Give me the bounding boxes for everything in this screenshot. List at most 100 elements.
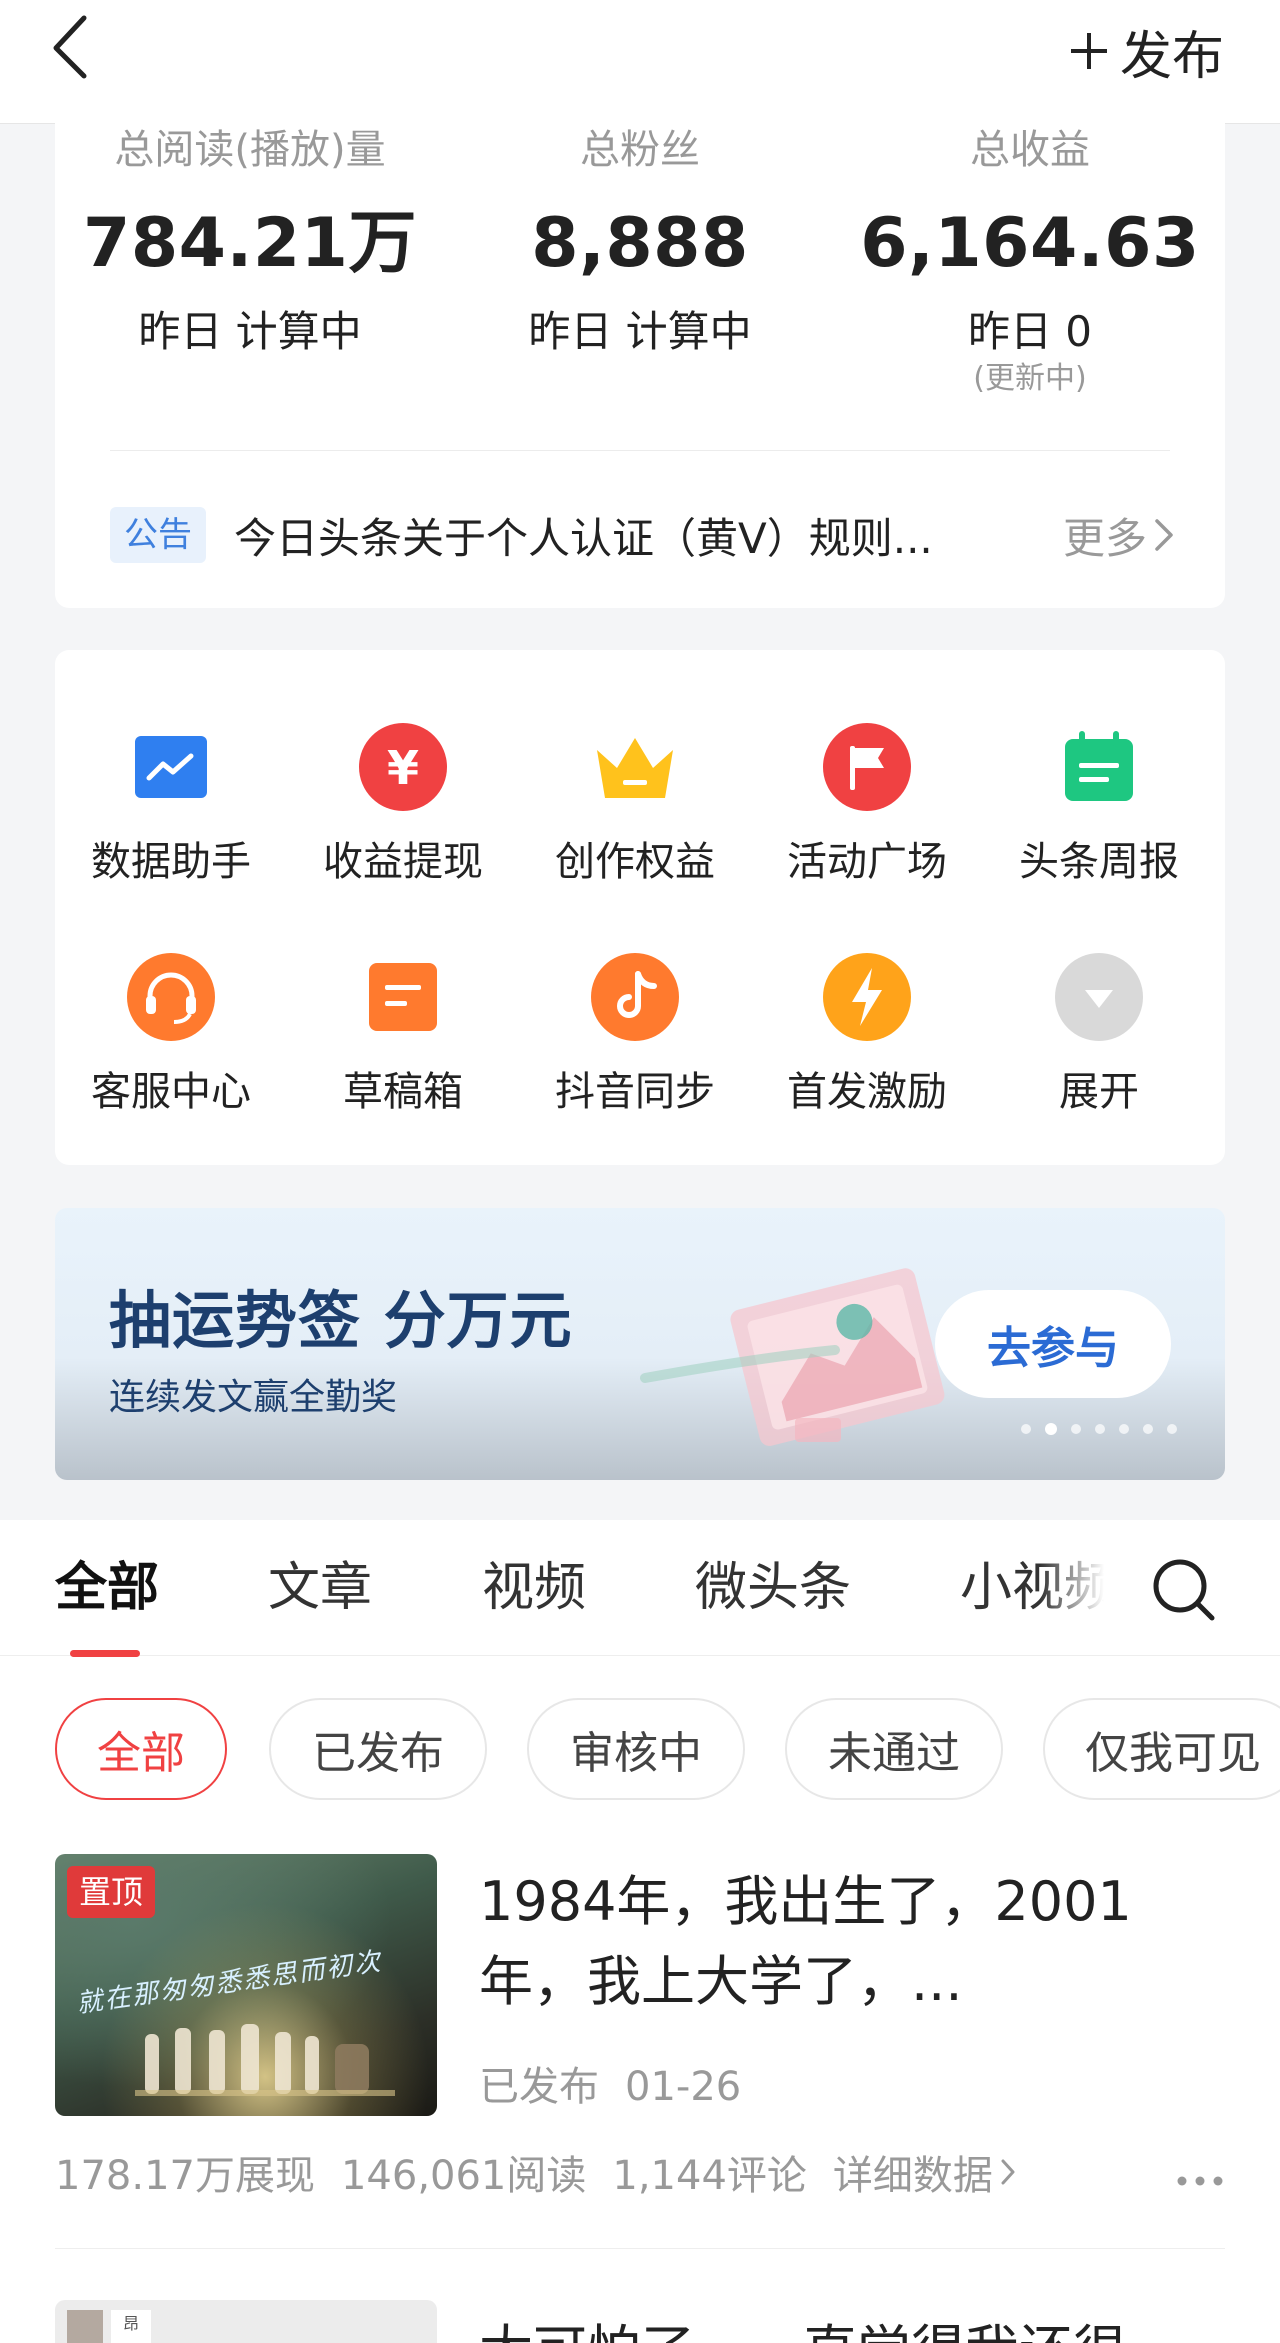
filter-all[interactable]: 全部 (55, 1698, 227, 1800)
detail-data-label: 详细数据 (832, 2153, 993, 2199)
tool-earnings-withdraw[interactable]: ¥ 收益提现 (287, 722, 519, 888)
tab-articles[interactable]: 文章 (268, 1556, 372, 1620)
search-button[interactable] (1150, 1556, 1218, 1624)
filter-rejected[interactable]: 未通过 (785, 1698, 1003, 1800)
search-icon (1153, 1559, 1215, 1621)
article-comments: 1,144评论 (612, 2153, 807, 2199)
tool-weekly-report[interactable]: 头条周报 (983, 722, 1215, 888)
stage-performers-image (135, 2024, 395, 2096)
notice-badge: 公告 (110, 507, 206, 563)
more-dots-icon (1177, 2176, 1223, 2186)
tool-creator-rights[interactable]: 创作权益 (519, 722, 751, 888)
tool-label: 活动广场 (787, 839, 947, 885)
tool-douyin-sync[interactable]: 抖音同步 (519, 952, 751, 1118)
tiktok-icon (590, 952, 680, 1042)
tool-first-publish-bonus[interactable]: 首发激励 (751, 952, 983, 1118)
article-meta: 已发布 01-26 (479, 2054, 741, 2112)
tools-grid: 数据助手 ¥ 收益提现 创作权益 活动广场 头条周报 客服中心 草稿箱 抖音同步… (55, 650, 1225, 1165)
divider (110, 450, 1170, 451)
plus-icon (1070, 33, 1107, 69)
article-date: 01-26 (625, 2064, 742, 2110)
lightning-icon (822, 952, 912, 1042)
filter-published[interactable]: 已发布 (269, 1698, 487, 1800)
article-title[interactable]: 太可怕了，一直觉得我还很 (479, 2306, 1127, 2343)
tool-label: 客服中心 (91, 1069, 251, 1115)
tab-micro-posts[interactable]: 微头条 (695, 1556, 851, 1620)
back-button[interactable] (44, 10, 104, 80)
stat-total-earnings[interactable]: 总收益 6,164.63 昨日 0 (更新中) (835, 122, 1225, 398)
notice-text[interactable]: 今日头条关于个人认证（黄V）规则... (234, 505, 1063, 566)
notice-row[interactable]: 公告 今日头条关于个人认证（黄V）规则... 更多 (110, 490, 1175, 580)
stat-yesterday: 昨日 计算中 (138, 307, 362, 356)
article-status: 已发布 (479, 2064, 599, 2110)
carousel-dot (1167, 1424, 1177, 1434)
top-bar: 发布 (0, 0, 1280, 124)
notice-more-link[interactable]: 更多 (1063, 505, 1175, 566)
carousel-dot (1143, 1424, 1153, 1434)
article-thumbnail[interactable]: 置顶 就在那匆匆悉悉思而初次 (55, 1854, 437, 2116)
promo-banner[interactable]: 抽运势签 分万元 连续发文赢全勤奖 去参与 (55, 1208, 1225, 1480)
tool-label: 数据助手 (91, 839, 251, 885)
tool-expand[interactable]: 展开 (983, 952, 1215, 1118)
content-area: 全部 文章 视频 微头条 小视频 全部 已发布 审核中 未通过 仅我可见 置顶 … (0, 1520, 1280, 2343)
article-title[interactable]: 1984年，我出生了，2001年，我上大学了，... (479, 1862, 1225, 2022)
headset-icon (126, 952, 216, 1042)
yuan-icon: ¥ (358, 722, 448, 812)
content-tabs: 全部 文章 视频 微头条 小视频 (0, 1520, 1280, 1657)
tool-data-assistant[interactable]: 数据助手 (55, 722, 287, 888)
filter-under-review[interactable]: 审核中 (527, 1698, 745, 1800)
stat-total-reads[interactable]: 总阅读(播放)量 784.21万 昨日 计算中 (55, 122, 445, 360)
tool-label: 创作权益 (555, 839, 715, 885)
more-options-button[interactable] (1175, 2152, 1225, 2198)
tool-customer-service[interactable]: 客服中心 (55, 952, 287, 1118)
tool-label: 草稿箱 (343, 1069, 463, 1115)
chart-icon (126, 722, 216, 812)
banner-title: 抽运势签 分万元 (109, 1284, 573, 1357)
carousel-dots (1021, 1423, 1177, 1435)
article-stats-row: 178.17万展现 146,061阅读 1,144评论 详细数据 (55, 2142, 1225, 2202)
stats-card: 总阅读(播放)量 784.21万 昨日 计算中 总粉丝 8,888 昨日 计算中… (55, 110, 1225, 608)
pinned-badge: 置顶 (67, 1866, 156, 1918)
carousel-dot (1071, 1424, 1081, 1434)
tabs-fade-overlay (1040, 1540, 1120, 1640)
tab-videos[interactable]: 视频 (482, 1556, 586, 1620)
stat-value: 8,888 (531, 204, 749, 283)
tool-label: 首发激励 (787, 1069, 947, 1115)
draft-icon (358, 952, 448, 1042)
stat-updating: (更新中) (973, 361, 1087, 396)
stat-total-fans[interactable]: 总粉丝 8,888 昨日 计算中 (445, 122, 835, 360)
article-reads: 146,061阅读 (340, 2153, 587, 2199)
carousel-dot (1021, 1424, 1031, 1434)
tab-all[interactable]: 全部 (55, 1556, 159, 1620)
banner-join-button[interactable]: 去参与 (935, 1290, 1171, 1398)
stat-yesterday: 昨日 计算中 (528, 307, 752, 356)
crown-icon (590, 722, 680, 812)
stat-yesterday: 昨日 0 (967, 307, 1093, 356)
calendar-icon (1054, 722, 1144, 812)
article-thumbnail[interactable]: 昂 (55, 2300, 437, 2343)
filter-private[interactable]: 仅我可见 (1043, 1698, 1280, 1800)
flag-icon (822, 722, 912, 812)
tab-active-indicator (70, 1650, 140, 1657)
tool-label: 抖音同步 (555, 1069, 715, 1115)
chevron-right-icon (1001, 2159, 1015, 2185)
avatar (67, 2310, 103, 2343)
stat-value: 784.21万 (83, 204, 417, 283)
stat-label: 总收益 (970, 127, 1090, 173)
divider (55, 2248, 1225, 2249)
chevron-left-icon (53, 15, 87, 79)
tool-label: 展开 (1059, 1069, 1139, 1115)
svg-text:¥: ¥ (387, 741, 419, 795)
chevron-right-icon (1155, 519, 1173, 551)
article-card[interactable]: 置顶 就在那匆匆悉悉思而初次 1984年，我出生了，2001年，我上大学了，..… (55, 1854, 1225, 2134)
tool-activity-plaza[interactable]: 活动广场 (751, 722, 983, 888)
status-filters: 全部 已发布 审核中 未通过 仅我可见 (55, 1698, 1280, 1802)
tool-label: 收益提现 (323, 839, 483, 885)
publish-button[interactable]: 发布 (1068, 16, 1224, 87)
stat-label: 总阅读(播放)量 (114, 127, 386, 173)
detail-data-link[interactable]: 详细数据 (833, 2143, 1017, 2201)
tool-drafts[interactable]: 草稿箱 (287, 952, 519, 1118)
chevron-down-icon (1054, 952, 1144, 1042)
stat-value: 6,164.63 (860, 204, 1200, 283)
carousel-dot (1119, 1424, 1129, 1434)
